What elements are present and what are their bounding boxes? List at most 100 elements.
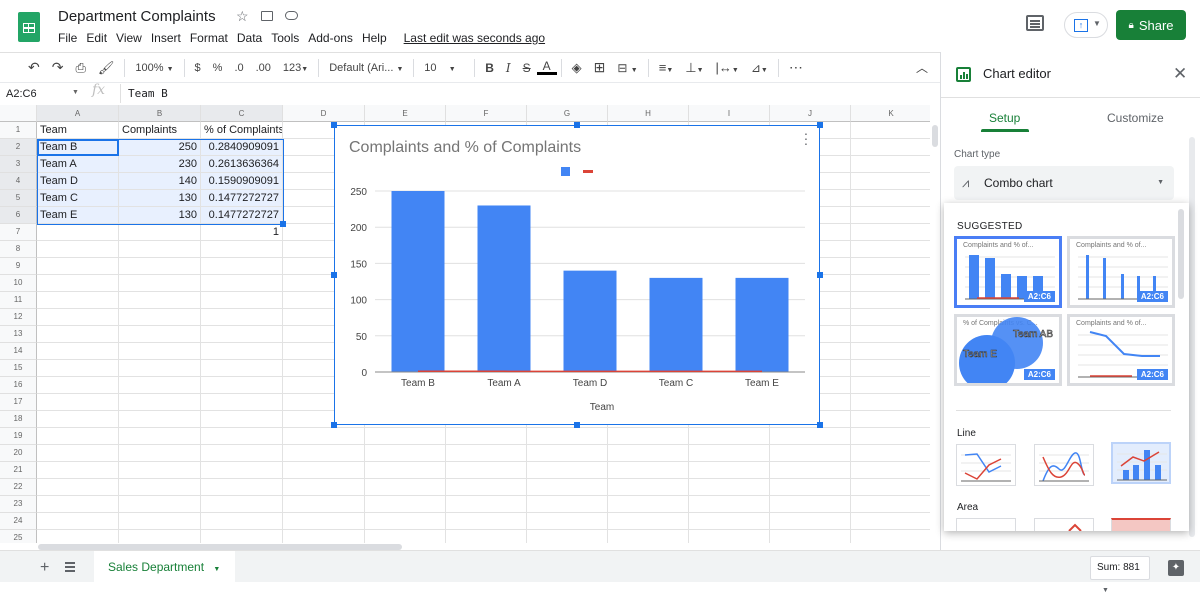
merge-cells-icon[interactable]: ⊟ ▼ <box>611 61 643 75</box>
cell[interactable] <box>37 496 119 513</box>
cell[interactable] <box>851 258 930 275</box>
column-header[interactable]: K <box>851 105 930 122</box>
cell[interactable] <box>37 513 119 530</box>
cloud-status-icon[interactable] <box>285 11 298 20</box>
cell[interactable] <box>446 479 527 496</box>
cell[interactable] <box>527 462 608 479</box>
cell[interactable] <box>119 496 201 513</box>
cell[interactable] <box>283 462 365 479</box>
close-icon[interactable]: ✕ <box>1173 64 1187 84</box>
strikethrough-button[interactable]: S <box>517 61 537 75</box>
font-size-select[interactable]: 10 ▼ <box>418 62 470 74</box>
cell[interactable] <box>851 156 930 173</box>
add-sheet-icon[interactable]: + <box>40 559 49 577</box>
suggestion-combo-chart[interactable]: Complaints and % of... A2:C6 <box>954 236 1062 308</box>
cell[interactable] <box>608 462 689 479</box>
row-header[interactable]: 7 <box>0 224 37 241</box>
cell[interactable] <box>851 224 930 241</box>
cell[interactable] <box>527 496 608 513</box>
sheets-logo[interactable] <box>18 12 40 42</box>
cell[interactable] <box>37 326 119 343</box>
cell[interactable] <box>201 496 283 513</box>
row-header[interactable]: 12 <box>0 309 37 326</box>
menu-addons[interactable]: Add-ons <box>308 31 353 45</box>
row-header[interactable]: 8 <box>0 241 37 258</box>
cell[interactable] <box>851 411 930 428</box>
move-folder-icon[interactable] <box>261 11 273 21</box>
cell[interactable] <box>770 496 851 513</box>
horizontal-align-icon[interactable]: ≡▼ <box>653 60 680 75</box>
cell[interactable] <box>770 513 851 530</box>
cell[interactable] <box>201 462 283 479</box>
panel-scrollbar[interactable] <box>1189 137 1195 537</box>
row-header[interactable]: 13 <box>0 326 37 343</box>
vertical-scrollbar[interactable] <box>932 125 938 147</box>
cell[interactable] <box>446 496 527 513</box>
cell[interactable] <box>201 241 283 258</box>
cell[interactable] <box>201 292 283 309</box>
menu-tools[interactable]: Tools <box>271 31 299 45</box>
chart-type-select[interactable]: ⩘ Combo chart ▼ <box>954 166 1174 200</box>
cell[interactable] <box>770 462 851 479</box>
menu-data[interactable]: Data <box>237 31 262 45</box>
cell[interactable] <box>365 445 446 462</box>
cell[interactable] <box>851 292 930 309</box>
row-header[interactable]: 22 <box>0 479 37 496</box>
cell[interactable]: Complaints <box>119 122 201 139</box>
last-edit-link[interactable]: Last edit was seconds ago <box>404 31 545 45</box>
full-area-chart-option[interactable] <box>1111 518 1171 531</box>
document-title[interactable]: Department Complaints <box>58 8 216 25</box>
fill-handle[interactable] <box>280 221 286 227</box>
cell[interactable] <box>851 394 930 411</box>
cell[interactable] <box>37 292 119 309</box>
cell[interactable] <box>37 258 119 275</box>
cell[interactable] <box>608 479 689 496</box>
cell[interactable] <box>851 241 930 258</box>
text-rotate-icon[interactable]: ⊿▼ <box>745 61 774 75</box>
bold-button[interactable]: B <box>479 61 500 75</box>
formula-input[interactable]: Team B <box>120 84 930 103</box>
cell[interactable] <box>283 513 365 530</box>
cell[interactable] <box>201 258 283 275</box>
menu-insert[interactable]: Insert <box>151 31 181 45</box>
cell[interactable] <box>851 377 930 394</box>
cell[interactable] <box>365 496 446 513</box>
cell[interactable]: Team <box>37 122 119 139</box>
vertical-align-icon[interactable]: ⊥▼ <box>679 60 709 76</box>
cell[interactable] <box>201 309 283 326</box>
cell[interactable] <box>119 513 201 530</box>
cell[interactable] <box>446 530 527 543</box>
cell[interactable] <box>37 309 119 326</box>
cell[interactable] <box>851 462 930 479</box>
cell[interactable] <box>446 462 527 479</box>
present-button[interactable]: ↑ ▼ <box>1064 12 1108 38</box>
suggestion-column-chart[interactable]: Complaints and % of... A2:C6 <box>1067 236 1175 308</box>
star-icon[interactable]: ☆ <box>236 8 249 25</box>
cell[interactable] <box>851 275 930 292</box>
sheet-tab-sales-department[interactable]: Sales Department ▼ <box>94 551 235 583</box>
cell[interactable] <box>119 462 201 479</box>
tab-customize[interactable]: Customize <box>1107 111 1164 125</box>
cell[interactable] <box>37 445 119 462</box>
cell[interactable] <box>851 530 930 543</box>
cell[interactable] <box>37 241 119 258</box>
cell[interactable] <box>119 326 201 343</box>
row-header[interactable]: 2 <box>0 139 37 156</box>
cell[interactable] <box>201 479 283 496</box>
cell[interactable] <box>770 428 851 445</box>
collapse-menu-icon[interactable]: ︿ <box>910 59 934 76</box>
row-header[interactable]: 1 <box>0 122 37 139</box>
select-all-corner[interactable] <box>0 105 37 122</box>
cell[interactable]: % of Complaints <box>201 122 283 139</box>
row-header[interactable]: 10 <box>0 275 37 292</box>
tab-setup[interactable]: Setup <box>989 111 1020 125</box>
row-header[interactable]: 3 <box>0 156 37 173</box>
cell[interactable] <box>851 496 930 513</box>
cell[interactable] <box>689 513 770 530</box>
area-chart-option[interactable] <box>956 518 1016 531</box>
print-icon[interactable]: ⎙ <box>69 60 91 76</box>
cell[interactable]: 1 <box>201 224 283 241</box>
cell[interactable] <box>37 377 119 394</box>
cell[interactable] <box>201 428 283 445</box>
cell[interactable] <box>365 462 446 479</box>
